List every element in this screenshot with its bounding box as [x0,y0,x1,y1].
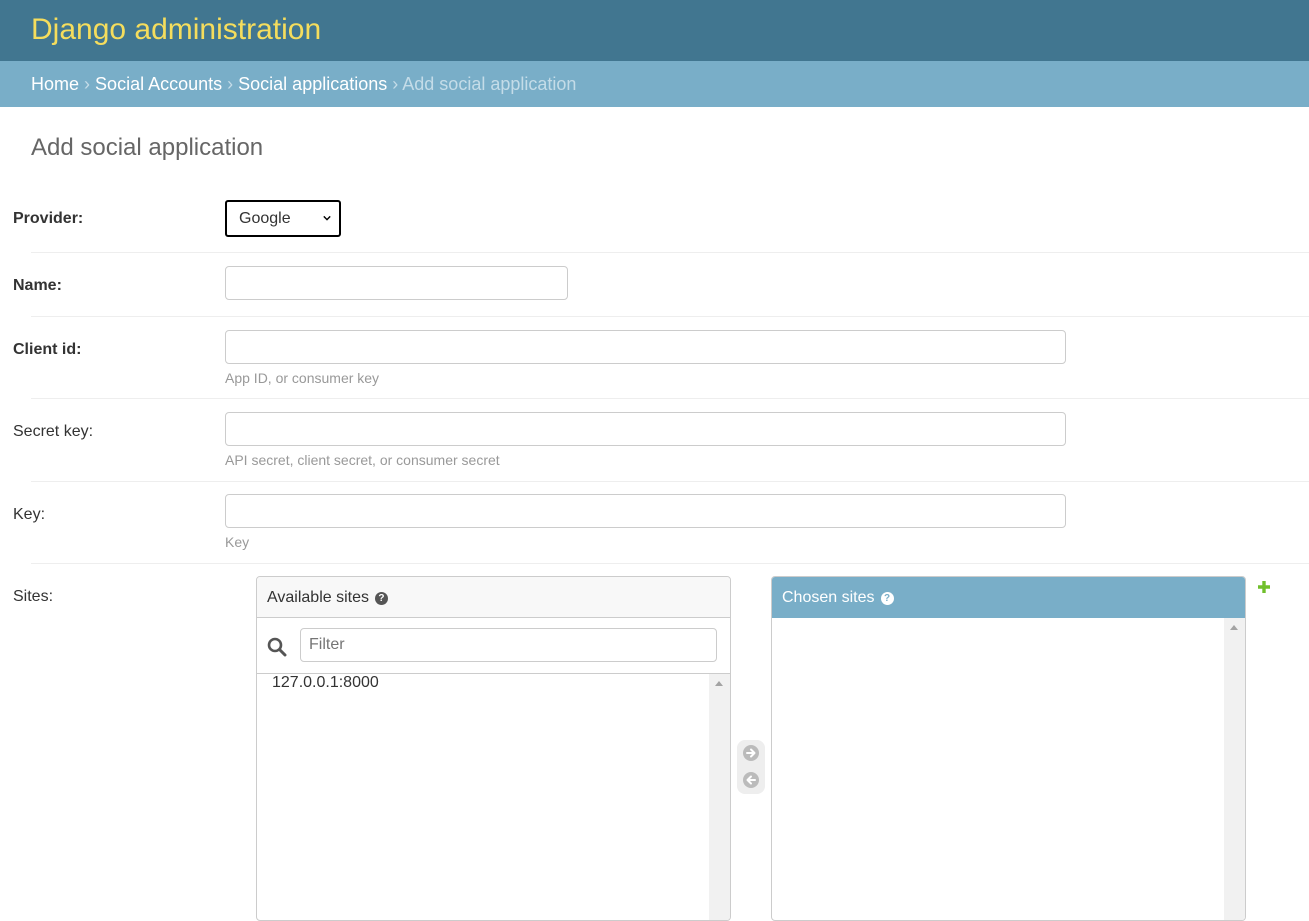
header: Django administration [0,0,1309,61]
breadcrumb-current: Add social application [402,74,577,94]
arrow-right-circle-icon[interactable] [742,744,760,762]
chosen-sites-header: Chosen sites? [772,577,1245,618]
provider-row [31,185,1309,253]
available-site-option[interactable]: 127.0.0.1:8000 [272,674,379,692]
name-row [31,253,1309,317]
name-label: Name: [13,277,62,294]
secret-key-label: Secret key: [13,423,94,440]
plus-icon[interactable] [1257,580,1271,594]
move-controls [737,740,765,794]
breadcrumb-model-link[interactable]: Social applications [238,74,387,94]
key-field[interactable] [225,494,1066,528]
breadcrumb-home-link[interactable]: Home [31,74,79,94]
client-id-help: App ID, or consumer key [225,370,380,386]
breadcrumb: Home › Social Accounts › Social applicat… [0,61,1309,107]
client-id-field[interactable] [225,330,1066,364]
search-icon [267,637,287,657]
page-title: Add social application [31,134,264,161]
available-sites-box: Available sites? 127.0.0.1:8000 [256,576,731,921]
available-scrollbar[interactable] [709,674,730,920]
breadcrumb-separator: › [227,74,234,94]
available-sites-header: Available sites? [257,577,730,618]
breadcrumb-app-link[interactable]: Social Accounts [95,74,222,94]
filter-bar [257,618,730,674]
scroll-up-icon[interactable] [1230,625,1238,630]
provider-select[interactable]: Google [225,200,341,237]
help-icon[interactable]: ? [374,592,388,605]
available-sites-title: Available sites [267,589,369,606]
scroll-up-icon[interactable] [715,681,723,686]
chosen-scrollbar[interactable] [1224,618,1245,920]
client-id-label: Client id: [13,341,82,358]
key-help: Key [225,534,250,550]
filter-input[interactable] [300,628,717,662]
site-branding[interactable]: Django administration [31,12,321,48]
sites-label: Sites: [13,588,54,605]
secret-key-field[interactable] [225,412,1066,446]
key-label: Key: [13,506,46,523]
chosen-sites-box: Chosen sites? [771,576,1246,921]
help-icon[interactable]: ? [880,592,894,605]
provider-selected-value: Google [239,210,291,227]
arrow-left-circle-icon[interactable] [742,771,760,789]
chevron-down-icon [323,215,331,221]
breadcrumb-separator: › [84,74,91,94]
breadcrumb-separator: › [392,74,399,94]
name-field[interactable] [225,266,568,300]
provider-label: Provider: [13,210,84,227]
chosen-sites-title: Chosen sites [782,589,875,606]
secret-key-help: API secret, client secret, or consumer s… [225,452,500,468]
